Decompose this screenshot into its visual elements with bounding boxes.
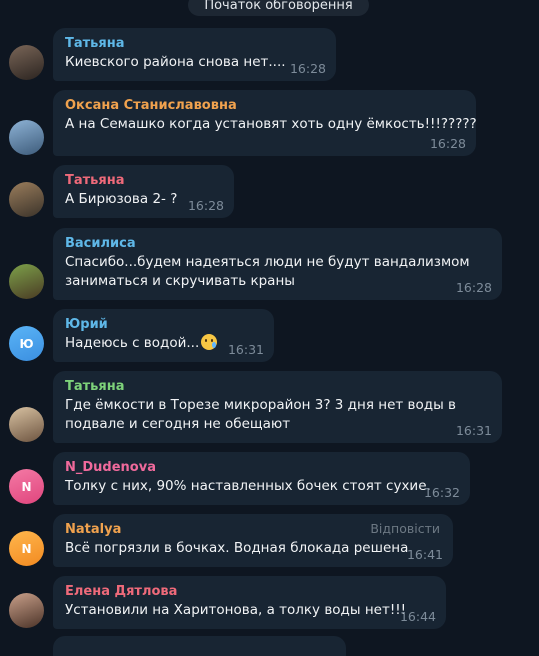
author-name[interactable]: N_Dudenova <box>65 459 458 477</box>
message-bubble[interactable]: Natalya Всё погрязли в бочках. Водная бло… <box>53 514 453 567</box>
message-row: N Natalya Всё погрязли в бочках. Водная бл… <box>0 514 539 567</box>
message-row: Ю Юрий Надеюсь с водой... 16:31 <box>0 309 539 362</box>
message-text: Киевского района снова нет.... <box>65 53 324 72</box>
reply-button[interactable]: Відповісти <box>370 521 440 536</box>
crying-face-emoji-icon <box>201 334 218 350</box>
avatar[interactable] <box>9 120 44 155</box>
author-name[interactable]: Татьяна <box>65 35 324 53</box>
message-time: 16:31 <box>227 342 264 357</box>
message-row: N N_Dudenova Толку с них, 90% наставленных… <box>0 452 539 505</box>
message-text: подвале и сегодня не обещают <box>65 415 490 434</box>
avatar[interactable] <box>9 182 44 217</box>
message-text: Толку с них, 90% наставленных бочек стоя… <box>65 477 458 496</box>
message-time: 16:28 <box>187 198 224 213</box>
avatar[interactable]: N <box>9 531 44 566</box>
message-text-line: Где ёмкости в Торезе микрорайон 3? 3 дня… <box>65 397 456 413</box>
author-name[interactable]: Юрий <box>65 316 262 334</box>
message-row: Елена Дятлова Установили на Харитонова, а… <box>0 576 539 629</box>
message-text-line: заниматься и скручивать краны <box>65 273 295 289</box>
message-text-line: Надеюсь с водой... <box>65 335 200 351</box>
message-text-line: подвале и сегодня не обещают <box>65 416 291 432</box>
message-text: А на Семашко когда установят хоть одну ё… <box>65 115 477 134</box>
author-name[interactable]: Василиса <box>65 235 490 253</box>
author-name[interactable]: Татьяна <box>65 172 222 190</box>
message-row: Татьяна А Бирюзова 2- ? 16:28 <box>0 165 539 218</box>
message-text-line: А на Семашко когда установят хоть одну ё… <box>65 116 477 132</box>
message-bubble[interactable]: Елена Дятлова Установили на Харитонова, а… <box>53 576 446 629</box>
author-name[interactable]: Татьяна <box>65 378 490 396</box>
message-time: 16:28 <box>455 280 492 295</box>
message-bubble[interactable]: Оксана Станиславовна А на Семашко когда у… <box>53 90 477 156</box>
message-text: заниматься и скручивать краны <box>65 272 490 291</box>
avatar[interactable] <box>9 45 44 80</box>
message-text: Спасибо...будем надеяться люди не будут … <box>65 253 490 272</box>
message-text: Всё погрязли в бочках. Водная блокада ре… <box>65 539 441 558</box>
author-name[interactable]: Елена Дятлова <box>65 583 434 601</box>
discussion-start-label[interactable]: Початок обговорення <box>188 0 369 16</box>
message-bubble[interactable]: Татьяна Где ёмкости в Торезе микрорайон 3… <box>53 371 502 443</box>
avatar[interactable]: Ю <box>9 326 44 361</box>
message-bubble[interactable]: N_Dudenova Толку с них, 90% наставленных … <box>53 452 470 505</box>
avatar[interactable] <box>9 264 44 299</box>
avatar[interactable] <box>9 593 44 628</box>
message-time: 16:41 <box>406 547 443 562</box>
message-bubble[interactable]: Татьяна Киевского района снова нет.... 16:… <box>53 28 336 81</box>
message-text-line: Толку с них, 90% наставленных бочек стоя… <box>65 478 431 494</box>
message-text-line: Установили на Харитонова, а толку воды н… <box>65 602 407 618</box>
message-text: Установили на Харитонова, а толку воды н… <box>65 601 434 620</box>
message-bubble[interactable]: Юрий Надеюсь с водой... 16:31 <box>53 309 274 362</box>
message-row: Татьяна Киевского района снова нет.... 16:… <box>0 28 539 81</box>
message-row: Василиса Спасибо...будем надеяться люди н… <box>0 228 539 300</box>
message-row: Оксана Станиславовна А на Семашко когда у… <box>0 90 539 156</box>
message-time: 16:31 <box>455 423 492 438</box>
message-bubble-partial <box>53 636 346 656</box>
message-text: Где ёмкости в Торезе микрорайон 3? 3 дня… <box>65 396 490 415</box>
avatar[interactable] <box>9 407 44 442</box>
message-bubble[interactable]: Василиса Спасибо...будем надеяться люди н… <box>53 228 502 300</box>
message-row: Татьяна Где ёмкости в Торезе микрорайон 3… <box>0 371 539 443</box>
message-time: 16:44 <box>399 609 436 624</box>
message-time: 16:32 <box>423 485 460 500</box>
message-bubble[interactable]: Татьяна А Бирюзова 2- ? 16:28 <box>53 165 234 218</box>
message-text-line: Всё погрязли в бочках. Водная блокада ре… <box>65 540 409 556</box>
message-text-line: А Бирюзова 2- ? <box>65 191 178 207</box>
message-time: 16:28 <box>289 61 326 76</box>
message-time: 16:28 <box>429 136 466 151</box>
message-text-line: Спасибо...будем надеяться люди не будут … <box>65 254 470 270</box>
message-text-line: Киевского района снова нет.... <box>65 54 286 70</box>
author-name[interactable]: Оксана Станиславовна <box>65 97 464 115</box>
avatar[interactable]: N <box>9 469 44 504</box>
